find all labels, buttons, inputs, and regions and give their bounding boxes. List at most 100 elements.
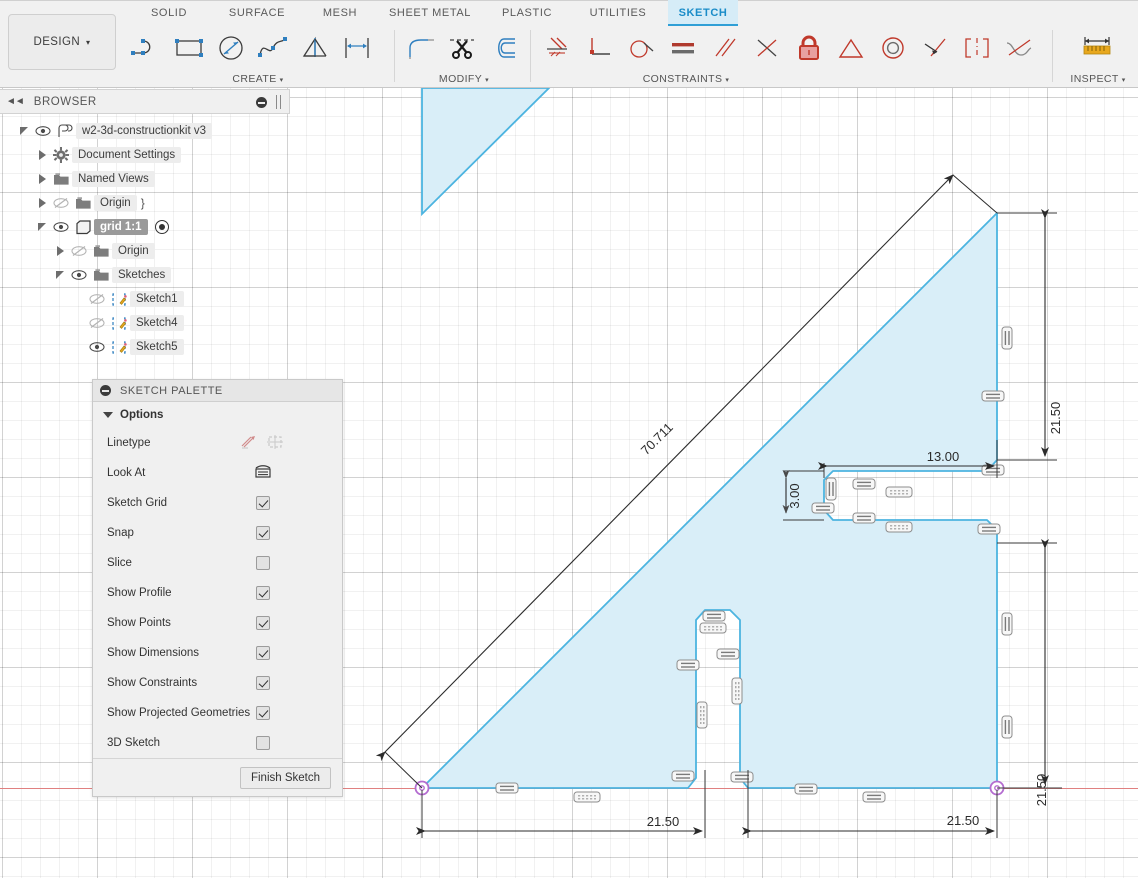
tab-surface[interactable]: SURFACE [216, 0, 298, 26]
tree-item-origin-nested[interactable]: Origin [0, 239, 296, 263]
palette-row-show-projected-geometries[interactable]: Show Projected Geometries [93, 698, 342, 728]
expander-right-icon[interactable] [34, 143, 50, 167]
dimension-icon[interactable] [336, 26, 378, 70]
body-icon [72, 215, 94, 239]
show-constraints-checkbox[interactable] [256, 676, 270, 690]
midpoint-icon[interactable] [830, 26, 872, 70]
ribbon-group-inspect-label[interactable]: INSPECT ▾ [1058, 73, 1138, 85]
concentric-icon[interactable] [872, 26, 914, 70]
curvature-icon[interactable] [998, 26, 1040, 70]
tree-item-component[interactable]: w2-3d-constructionkit v3 [0, 119, 296, 143]
grid-active-radio[interactable] [154, 220, 169, 234]
visibility-eye-icon[interactable] [32, 119, 54, 143]
mirror-icon[interactable] [294, 26, 336, 70]
bottom-right-width-dimension-text: 21.50 [947, 813, 980, 828]
folder-icon [50, 167, 72, 191]
line-icon[interactable] [126, 26, 168, 70]
show-projected-geometries-checkbox[interactable] [256, 706, 270, 720]
lower-right-height-dimension[interactable]: 21.50 [997, 539, 1062, 806]
expander-right-icon[interactable] [34, 191, 50, 215]
palette-minimize-icon[interactable] [100, 385, 111, 396]
linetype-construction-icon[interactable] [240, 434, 258, 453]
sketch-palette-footer: Finish Sketch [93, 758, 342, 796]
palette-row-show-constraints[interactable]: Show Constraints [93, 668, 342, 698]
expander-right-icon[interactable] [52, 239, 68, 263]
perpendicular-constraint-icon[interactable] [578, 26, 620, 70]
rectangle-icon[interactable] [168, 26, 210, 70]
equal-constraint-icon[interactable] [662, 26, 704, 70]
workspace-switcher-button[interactable]: DESIGN ▾ [8, 14, 116, 70]
visibility-eye-hidden-icon[interactable] [50, 191, 72, 215]
visibility-eye-hidden-icon[interactable] [86, 311, 108, 335]
linetype-centerline-icon[interactable] [266, 434, 284, 453]
browser-minimize-icon[interactable] [256, 97, 267, 108]
browser-resize-handle[interactable] [276, 95, 281, 109]
fillet-icon[interactable] [400, 26, 442, 70]
circle-diameter-icon[interactable] [210, 26, 252, 70]
spline-icon[interactable] [252, 26, 294, 70]
browser-tree[interactable]: w2-3d-constructionkit v3 Document Settin… [0, 119, 296, 359]
ribbon-group-modify-label[interactable]: MODIFY ▾ [400, 73, 528, 85]
ribbon-group-constraints-label[interactable]: CONSTRAINTS ▾ [596, 73, 776, 85]
show-points-checkbox[interactable] [256, 616, 270, 630]
tree-item-sketch4[interactable]: Sketch4 [0, 311, 296, 335]
expander-down-icon[interactable] [34, 215, 50, 239]
palette-row-look-at[interactable]: Look At [93, 458, 342, 488]
palette-row-slice[interactable]: Slice [93, 548, 342, 578]
tree-item-document-settings[interactable]: Document Settings [0, 143, 296, 167]
visibility-eye-hidden-icon[interactable] [86, 287, 108, 311]
tree-item-grid-1-1[interactable]: grid 1:1 [0, 215, 296, 239]
palette-row-sketch-grid[interactable]: Sketch Grid [93, 488, 342, 518]
visibility-eye-icon[interactable] [50, 215, 72, 239]
show-profile-checkbox[interactable] [256, 586, 270, 600]
palette-row-linetype[interactable]: Linetype [93, 428, 342, 458]
sketch-grid-checkbox[interactable] [256, 496, 270, 510]
3d-sketch-checkbox[interactable] [256, 736, 270, 750]
slice-checkbox[interactable] [256, 556, 270, 570]
folder-icon [90, 263, 112, 287]
palette-row-show-profile[interactable]: Show Profile [93, 578, 342, 608]
horizontal-vertical-constraint-icon[interactable] [536, 26, 578, 70]
fix-lock-icon[interactable] [788, 26, 830, 70]
tab-sheet-metal[interactable]: SHEET METAL [378, 0, 482, 26]
tab-sketch[interactable]: SKETCH [668, 0, 738, 26]
tab-plastic[interactable]: PLASTIC [492, 0, 562, 26]
measure-ruler-icon[interactable] [1076, 26, 1118, 70]
tree-item-origin-top[interactable]: Origin } [0, 191, 296, 215]
ribbon: DESIGN ▾ SOLID SURFACE MESH SHEET METAL … [0, 0, 1138, 88]
tree-item-sketches[interactable]: Sketches [0, 263, 296, 287]
ribbon-group-create-label[interactable]: CREATE ▾ [126, 73, 390, 85]
tree-item-label: Origin [94, 195, 137, 211]
colinear-icon[interactable] [914, 26, 956, 70]
trim-scissors-icon[interactable] [442, 26, 484, 70]
palette-row-show-points[interactable]: Show Points [93, 608, 342, 638]
palette-row-snap[interactable]: Snap [93, 518, 342, 548]
parallel-constraint-icon[interactable] [704, 26, 746, 70]
palette-row-3d-sketch[interactable]: 3D Sketch [93, 728, 342, 758]
palette-label: Linetype [107, 437, 151, 449]
tree-item-named-views[interactable]: Named Views [0, 167, 296, 191]
visibility-eye-icon[interactable] [86, 335, 108, 359]
expander-down-icon[interactable] [52, 263, 68, 287]
finish-sketch-button[interactable]: Finish Sketch [239, 766, 331, 789]
offset-icon[interactable] [484, 26, 526, 70]
tangent-constraint-icon[interactable] [620, 26, 662, 70]
options-section-header[interactable]: Options [93, 402, 342, 428]
look-at-icon[interactable] [254, 464, 272, 483]
chevron-down-icon: ▾ [86, 37, 91, 47]
tab-mesh[interactable]: MESH [310, 0, 370, 26]
expander-down-icon[interactable] [16, 119, 32, 143]
tab-solid[interactable]: SOLID [138, 0, 200, 26]
perpendicular-icon[interactable] [746, 26, 788, 70]
visibility-eye-hidden-icon[interactable] [68, 239, 90, 263]
tree-item-sketch5[interactable]: Sketch5 [0, 335, 296, 359]
tree-item-sketch1[interactable]: Sketch1 [0, 287, 296, 311]
expander-right-icon[interactable] [34, 167, 50, 191]
show-dimensions-checkbox[interactable] [256, 646, 270, 660]
palette-row-show-dimensions[interactable]: Show Dimensions [93, 638, 342, 668]
tab-utilities[interactable]: UTILITIES [578, 0, 658, 26]
visibility-eye-icon[interactable] [68, 263, 90, 287]
symmetry-icon[interactable] [956, 26, 998, 70]
snap-checkbox[interactable] [256, 526, 270, 540]
collapse-left-icon[interactable]: ◄◄ [6, 96, 25, 107]
